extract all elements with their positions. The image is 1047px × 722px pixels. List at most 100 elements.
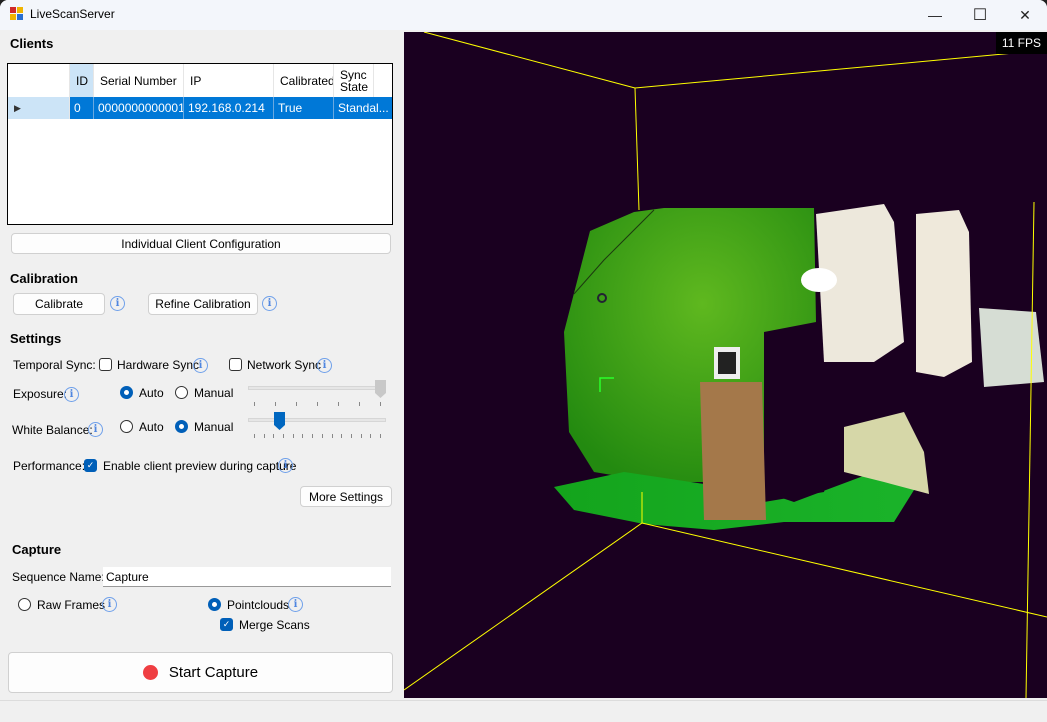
raw-frames-info-icon[interactable]: i [102,597,117,612]
maximize-icon: ☐ [972,7,988,24]
column-header-ip[interactable]: IP [184,64,274,97]
network-sync-checkbox[interactable] [229,358,242,371]
record-icon [142,665,158,680]
calibrate-info-icon[interactable]: i [110,296,125,311]
door-panel [916,210,972,377]
hardware-sync-info-icon[interactable]: i [193,358,208,373]
slider-tick [312,434,314,438]
slider-tick [338,402,339,406]
sequence-name-input[interactable] [103,567,391,587]
sequence-name-label: Sequence Name: [12,570,105,584]
cell-serial[interactable]: 0000000000001 [94,97,184,119]
merge-scans-label[interactable]: Merge Scans [239,618,310,632]
network-sync-label[interactable]: Network Sync [247,358,321,372]
clients-heading: Clients [10,36,54,51]
slider-thumb[interactable] [374,380,386,398]
white-balance-label: White Balance: [12,423,93,437]
network-sync-info-icon[interactable]: i [317,358,332,373]
calibrate-button[interactable]: Calibrate [13,293,105,315]
slider-tick [273,434,275,438]
capture-heading: Capture [12,542,62,557]
client-preview-checkbox[interactable]: ✓ [84,459,97,472]
white-balance-auto-radio[interactable] [120,420,133,433]
cell-ip[interactable]: 192.168.0.214 [184,97,274,119]
control-panel: Clients ID Serial Number IP Calibrated S… [0,30,404,700]
slider-tick [317,402,318,406]
clients-table[interactable]: ID Serial Number IP Calibrated Sync Stat… [7,63,393,225]
cell-id[interactable]: 0 [70,97,94,119]
more-settings-button[interactable]: More Settings [300,486,392,507]
individual-client-config-button[interactable]: Individual Client Configuration [11,233,391,254]
column-header-serial[interactable]: Serial Number [94,64,184,97]
slider-tick [359,402,360,406]
cell-calibrated[interactable]: True [274,97,334,119]
merge-scans-checkbox[interactable]: ✓ [220,618,233,631]
white-balance-slider[interactable] [248,412,386,442]
maximize-button[interactable]: ☐ [957,0,1003,30]
slider-tick [350,434,352,438]
column-header-calibrated[interactable]: Calibrated [274,64,334,97]
white-balance-manual-label[interactable]: Manual [194,420,233,434]
white-balance-auto-label[interactable]: Auto [139,420,164,434]
monitor [979,308,1044,387]
cardboard-pedestal [700,382,766,520]
pointclouds-info-icon[interactable]: i [288,597,303,612]
slider-tick [380,402,381,406]
white-balance-info-icon[interactable]: i [88,422,103,437]
exposure-auto-radio[interactable] [120,386,133,399]
exposure-auto-label[interactable]: Auto [139,386,164,400]
scene-render [404,32,1047,698]
slider-tick [254,434,255,438]
hardware-sync-label[interactable]: Hardware Sync [117,358,199,372]
slider-tick [283,434,285,438]
close-button[interactable]: ✕ [1002,0,1047,30]
slider-tick [370,434,372,438]
refine-calibration-button[interactable]: Refine Calibration [148,293,258,315]
slider-thumb[interactable] [273,412,285,430]
slider-track[interactable] [248,418,386,422]
cell-sync-state[interactable]: Standal... [334,97,392,119]
close-icon: ✕ [1019,6,1031,23]
client-preview-label[interactable]: Enable client preview during capture [103,459,296,473]
exposure-info-icon[interactable]: i [64,387,79,402]
row-header-corner [8,64,70,97]
minimize-button[interactable]: — [912,0,958,30]
slider-tick [341,434,343,438]
start-capture-label: Start Capture [168,664,259,681]
raw-frames-radio[interactable] [18,598,31,611]
fps-counter: 11 FPS [995,32,1047,54]
exposure-manual-label[interactable]: Manual [194,386,233,400]
minimize-icon: — [928,7,942,23]
slider-tick [275,402,276,406]
exposure-slider[interactable] [248,380,386,410]
exposure-manual-radio[interactable] [175,386,188,399]
white-balance-manual-radio[interactable] [175,420,188,433]
pointcloud-viewport[interactable]: 11 FPS [404,32,1047,698]
window-title: LiveScanServer [30,7,115,21]
status-bar [0,700,1047,722]
calibration-heading: Calibration [10,271,78,286]
calibration-marker-pattern [718,352,736,374]
hardware-sync-checkbox[interactable] [99,358,112,371]
temporal-sync-label: Temporal Sync: [13,358,96,372]
column-header-sync-state[interactable]: Sync State [334,64,374,97]
app-window: LiveScanServer — ☐ ✕ Clients ID Serial N… [0,0,1047,722]
column-header-id[interactable]: ID [70,64,94,97]
title-bar: LiveScanServer — ☐ ✕ [0,0,1047,30]
slider-tick [302,434,304,438]
slider-tick [380,434,381,438]
raw-frames-label[interactable]: Raw Frames [37,598,105,612]
slider-tick [331,434,333,438]
pointclouds-radio[interactable] [208,598,221,611]
start-capture-button[interactable]: Start Capture [8,652,393,693]
pointclouds-label[interactable]: Pointclouds [227,598,289,612]
client-preview-info-icon[interactable]: i [278,458,293,473]
slider-tick [321,434,323,438]
refine-calibration-info-icon[interactable]: i [262,296,277,311]
exposure-label: Exposure: [13,387,68,401]
performance-label: Performance: [13,459,86,473]
slider-track[interactable] [248,386,386,390]
slider-tick [292,434,294,438]
row-selector-icon[interactable]: ▶ [8,97,70,119]
slider-tick [296,402,297,406]
